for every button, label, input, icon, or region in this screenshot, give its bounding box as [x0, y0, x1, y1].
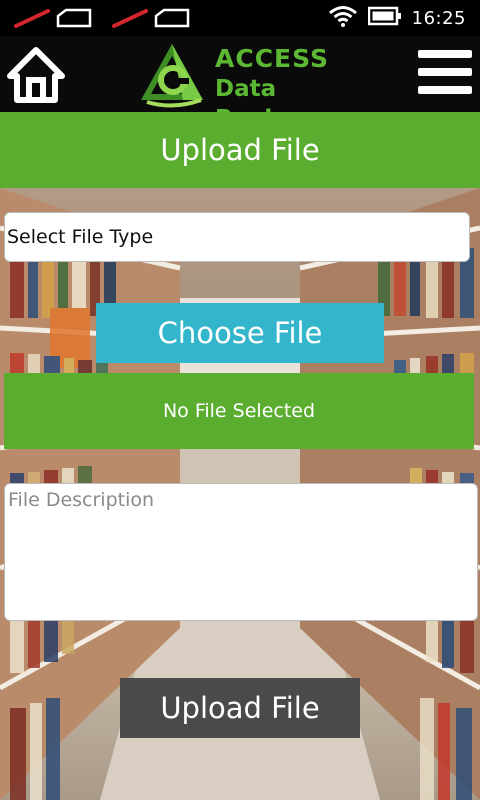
status-icons: 16:25	[328, 6, 466, 30]
screen: 16:25 ACCESS Data Upload File Select Fil…	[0, 0, 480, 800]
home-button[interactable]	[6, 44, 66, 104]
clock-time: 16:25	[411, 7, 466, 29]
choose-file-button[interactable]: Choose File	[96, 303, 384, 363]
upload-file-button[interactable]: Upload File	[120, 678, 360, 738]
home-icon	[6, 47, 66, 108]
page-title: Upload File	[0, 112, 480, 188]
file-description-placeholder: File Description	[8, 489, 155, 511]
logo-line-1: ACCESS	[215, 44, 330, 73]
file-type-select-value: Select File Type	[7, 226, 154, 248]
battery-icon	[367, 6, 402, 30]
file-description-input[interactable]: File Description	[4, 483, 478, 621]
sim-no-signal-icon	[14, 8, 112, 28]
file-type-select[interactable]: Select File Type	[4, 212, 470, 262]
file-status-label: No File Selected	[4, 373, 474, 449]
menu-button[interactable]	[418, 50, 472, 98]
sim-no-signal-icon	[112, 8, 210, 28]
logo-mark-icon	[137, 40, 207, 108]
status-bar: 16:25	[0, 0, 480, 36]
app-logo: ACCESS Data Bank	[137, 40, 347, 132]
app-header: ACCESS Data Bank	[0, 36, 480, 132]
wifi-icon	[328, 5, 358, 31]
